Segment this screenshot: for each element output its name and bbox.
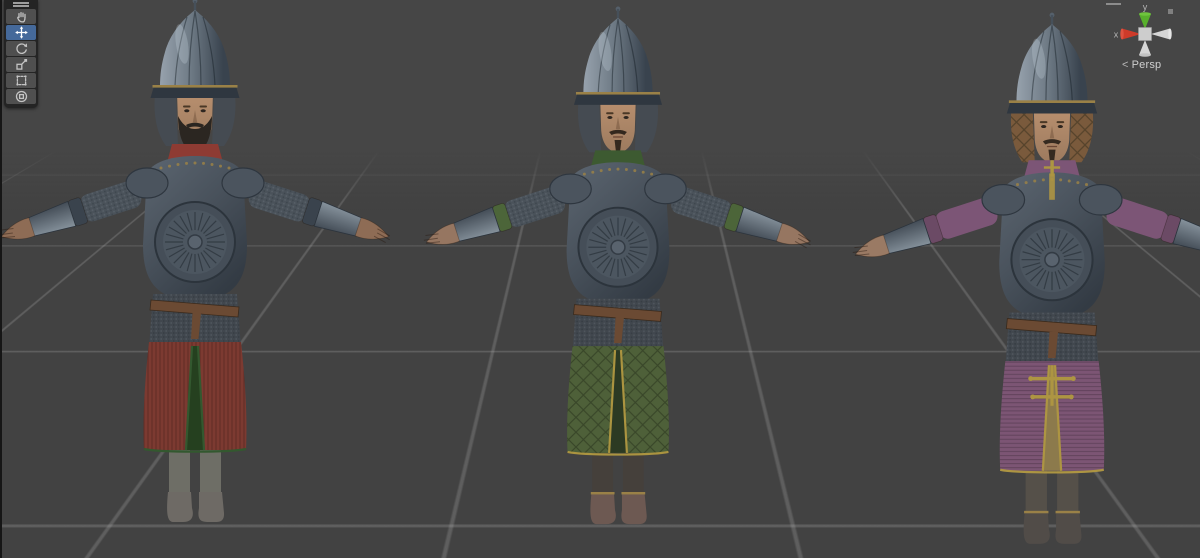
rotate-tool[interactable] bbox=[6, 41, 36, 56]
gizmo-neg-y-axis-cone[interactable] bbox=[1139, 40, 1151, 57]
scene-viewport[interactable]: y x < Persp bbox=[0, 0, 1200, 558]
rotate-icon bbox=[15, 43, 27, 54]
gizmo-x-axis-cone[interactable] bbox=[1120, 28, 1141, 40]
transform-icon bbox=[15, 90, 27, 103]
overlay-drag-handle[interactable] bbox=[13, 2, 29, 7]
character-model-right[interactable] bbox=[843, 8, 1200, 556]
move-tool[interactable] bbox=[6, 25, 36, 40]
gizmo-center-cube[interactable] bbox=[1138, 27, 1152, 41]
scale-icon bbox=[15, 59, 27, 70]
projection-label: Persp bbox=[1131, 59, 1162, 71]
character-model-center[interactable] bbox=[415, 2, 821, 536]
gizmo-x-label: x bbox=[1114, 30, 1119, 40]
window-edge bbox=[0, 0, 2, 558]
tools-overlay bbox=[4, 0, 38, 108]
gizmo-neg-x-axis-cone[interactable] bbox=[1151, 28, 1172, 40]
rect-icon bbox=[15, 75, 27, 86]
move-icon bbox=[14, 26, 28, 39]
orientation-gizmo: y x < Persp bbox=[1096, 0, 1192, 80]
hand-icon bbox=[16, 11, 26, 23]
gizmo-y-label: y bbox=[1143, 2, 1148, 12]
gizmo-hidden-z-axis[interactable] bbox=[1168, 9, 1173, 14]
rect-tool[interactable] bbox=[6, 73, 36, 88]
persp-chevron-icon: < bbox=[1122, 59, 1129, 71]
projection-toggle[interactable]: < Persp bbox=[1122, 59, 1161, 71]
view-pan-tool[interactable] bbox=[6, 9, 36, 24]
character-model-left[interactable] bbox=[0, 0, 398, 534]
transform-tool[interactable] bbox=[6, 89, 36, 104]
gizmo-y-axis-cone[interactable] bbox=[1139, 12, 1151, 29]
scale-tool[interactable] bbox=[6, 57, 36, 72]
